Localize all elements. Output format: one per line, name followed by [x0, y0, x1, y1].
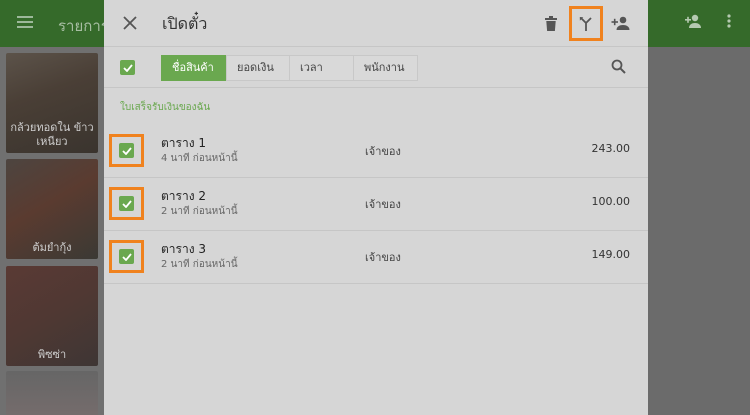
person-add-icon — [684, 14, 702, 32]
section-label-my-receipts: ใบเสร็จรับเงินของฉัน — [120, 102, 211, 113]
tab-product-name[interactable]: ชื่อสินค้า — [161, 55, 227, 81]
merge-icon — [579, 16, 592, 31]
ticket-row[interactable]: ตาราง 1 4 นาที ก่อนหน้านี้ เจ้าของ 243.0… — [104, 125, 648, 178]
tab-time[interactable]: เวลา — [289, 55, 354, 81]
tab-employee[interactable]: พนักงาน — [353, 55, 418, 81]
check-icon — [121, 199, 132, 208]
check-icon — [121, 252, 132, 261]
ticket-amount: 149.00 — [591, 248, 631, 261]
open-tickets-dialog: เปิดตั๋ว ชื่อสินค้า ยอดเงิน เวลา พนักงาน… — [104, 0, 648, 415]
person-add-icon — [611, 16, 630, 30]
product-card-label: ต้มยำกุ้ง — [32, 241, 72, 254]
merge-tickets-button[interactable] — [569, 6, 603, 41]
product-card: พิซซ่า — [6, 266, 98, 366]
background-right-panel — [648, 47, 750, 415]
background-product-grid: กล้วยทอดใน ข้าวเหนียว ต้มยำกุ้ง พิซซ่า — [0, 47, 104, 415]
background-title: รายการ — [58, 17, 109, 35]
product-card-label: พิซซ่า — [37, 348, 67, 361]
dialog-title: เปิดตั๋ว — [162, 14, 208, 33]
product-card: ต้มยำกุ้ง — [6, 159, 98, 259]
product-card: กล้วยทอดใน ข้าวเหนียว — [6, 53, 98, 153]
select-all-checkbox[interactable] — [120, 60, 135, 75]
dialog-toolbar: เปิดตั๋ว — [104, 0, 648, 47]
assign-employee-button[interactable] — [604, 6, 638, 40]
ticket-checkbox[interactable] — [109, 134, 144, 167]
product-card-label: กล้วยทอดใน ข้าวเหนียว — [10, 121, 94, 148]
close-icon — [123, 16, 137, 30]
ticket-checkbox[interactable] — [109, 187, 144, 220]
ticket-time: 2 นาที ก่อนหน้านี้ — [161, 259, 238, 270]
check-icon — [121, 146, 132, 155]
close-button[interactable] — [118, 11, 142, 35]
sort-tabs: ชื่อสินค้า ยอดเงิน เวลา พนักงาน — [161, 55, 418, 81]
ticket-owner: เจ้าของ — [365, 251, 401, 264]
search-button[interactable] — [611, 59, 626, 78]
ticket-row[interactable]: ตาราง 3 2 นาที ก่อนหน้านี้ เจ้าของ 149.0… — [104, 231, 648, 284]
tab-amount[interactable]: ยอดเงิน — [226, 55, 290, 81]
delete-button[interactable] — [534, 6, 568, 40]
product-card — [6, 371, 98, 415]
ticket-amount: 243.00 — [591, 142, 631, 155]
ticket-row[interactable]: ตาราง 2 2 นาที ก่อนหน้านี้ เจ้าของ 100.0… — [104, 178, 648, 231]
trash-icon — [545, 15, 557, 31]
ticket-time: 4 นาที ก่อนหน้านี้ — [161, 153, 238, 164]
ticket-time: 2 นาที ก่อนหน้านี้ — [161, 206, 238, 217]
more-vert-icon — [727, 14, 731, 32]
sort-bar: ชื่อสินค้า ยอดเงิน เวลา พนักงาน — [104, 48, 648, 88]
ticket-checkbox[interactable] — [109, 240, 144, 273]
ticket-owner: เจ้าของ — [365, 145, 401, 158]
menu-icon — [17, 16, 33, 28]
ticket-amount: 100.00 — [591, 195, 631, 208]
check-icon — [122, 63, 133, 72]
ticket-owner: เจ้าของ — [365, 198, 401, 211]
search-icon — [611, 59, 626, 74]
